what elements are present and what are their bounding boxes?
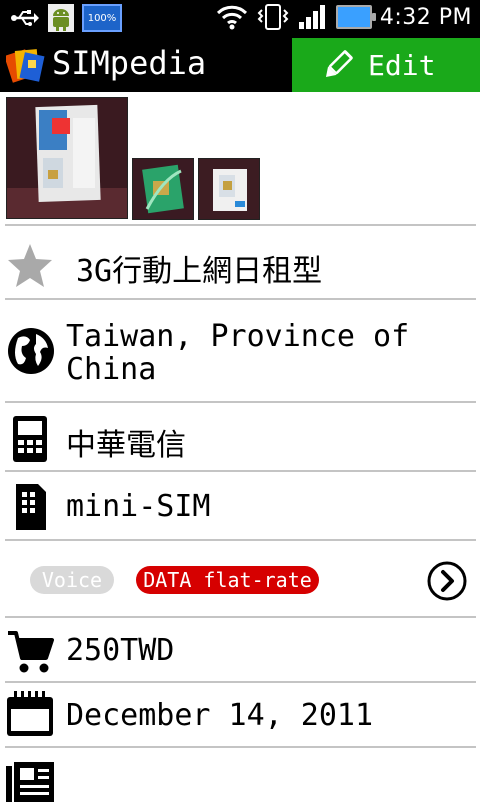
sim-photo-3[interactable]	[198, 158, 260, 220]
price-row: 250TWD	[0, 618, 480, 682]
pencil-icon	[325, 50, 353, 78]
battery-icon	[335, 5, 376, 29]
edit-button-label: Edit	[368, 48, 436, 82]
purchase-date: December 14, 2011	[66, 698, 374, 733]
features-row[interactable]: Voice DATA flat-rate	[0, 541, 480, 617]
sim-photo-2[interactable]	[132, 158, 194, 220]
sim-card-icon	[16, 484, 46, 530]
sim-name-row: 3G行動上網日租型	[0, 226, 480, 298]
status-icons-right: 4:32 PM	[216, 3, 472, 31]
country-name: Taiwan, Province of China	[66, 319, 410, 387]
cart-icon	[8, 631, 54, 673]
globe-icon	[8, 328, 54, 374]
sim-type-row: mini-SIM	[0, 472, 480, 540]
price: 250TWD	[66, 633, 175, 668]
phone-icon	[13, 416, 47, 462]
carrier-name: 中華電信	[66, 428, 186, 463]
newspaper-icon	[6, 762, 54, 802]
app-logo-icon	[6, 49, 45, 83]
usb-icon	[11, 10, 39, 26]
status-bar: 100% 4:32 PM	[0, 0, 480, 36]
country-row: Taiwan, Province of China	[0, 300, 480, 402]
battery-full-indicator: 100%	[82, 4, 122, 32]
status-icons-left: 100%	[10, 4, 122, 32]
carrier-row: 中華電信	[0, 403, 480, 471]
sim-type: mini-SIM	[66, 489, 211, 524]
data-flat-rate-badge: DATA flat-rate	[136, 566, 319, 594]
wifi-icon	[216, 5, 247, 30]
signal-icon	[298, 5, 325, 29]
chevron-right-circle-icon[interactable]	[426, 560, 468, 602]
date-row: December 14, 2011	[0, 683, 480, 747]
voice-badge: Voice	[30, 566, 114, 594]
vibrate-icon	[257, 4, 289, 30]
status-time: 4:32 PM	[379, 4, 472, 30]
notes-row	[0, 748, 480, 802]
star-icon[interactable]	[6, 242, 54, 288]
edit-button[interactable]: Edit	[292, 38, 480, 92]
app-title: SIMpedia	[52, 44, 207, 82]
android-debug-icon	[48, 4, 74, 32]
sim-photo-main[interactable]	[6, 97, 128, 219]
calendar-icon	[7, 691, 53, 736]
sim-name: 3G行動上網日租型	[76, 254, 323, 289]
